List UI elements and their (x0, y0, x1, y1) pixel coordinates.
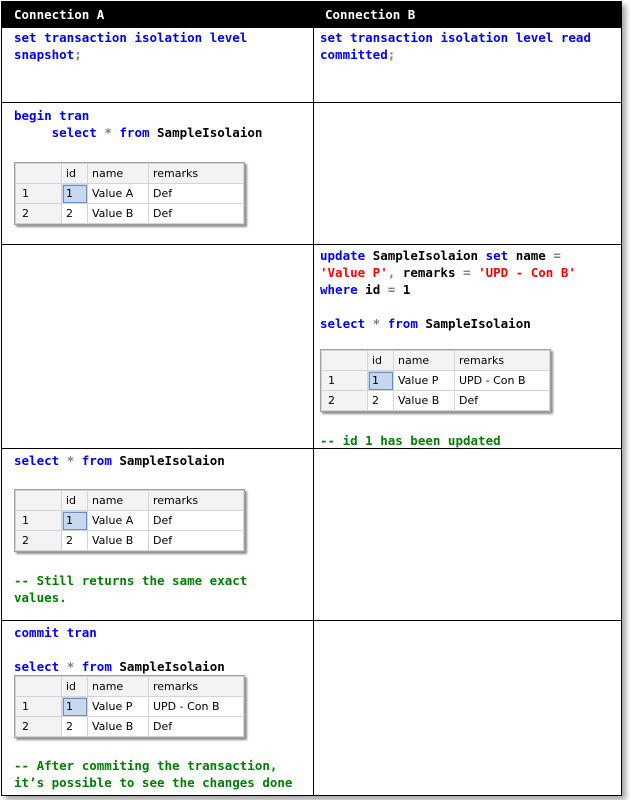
table-row[interactable]: 2 2 Value B Def (321, 390, 550, 411)
column-header[interactable] (15, 490, 62, 511)
grid-cell[interactable]: Value P (87, 696, 149, 717)
grid-cell[interactable]: Value B (87, 716, 149, 737)
grid-cell[interactable]: Value P (393, 370, 455, 391)
grid-cell[interactable]: 2 (61, 716, 88, 737)
row-divider (2, 620, 621, 621)
sql-set-read-committed: set transaction isolation level read com… (320, 30, 591, 62)
column-header[interactable]: name (87, 490, 149, 511)
results-grid: id name remarks 1 1 Value P UPD - Con B 2 2 Value… (14, 675, 245, 738)
grid-cell[interactable]: 1 (61, 183, 88, 204)
column-header[interactable]: remarks (148, 676, 244, 697)
sql-select-again: select * from SampleIsolaion (14, 453, 225, 468)
column-header[interactable]: id (61, 676, 88, 697)
table-row[interactable]: 1 1 Value P UPD - Con B (321, 370, 550, 391)
row-number[interactable]: 1 (15, 696, 62, 717)
grid-cell[interactable]: UPD - Con B (454, 370, 550, 391)
column-header[interactable]: remarks (148, 163, 244, 184)
results-grid: id name remarks 1 1 Value A Def 2 2 Value B Def (14, 162, 245, 225)
grid-cell[interactable]: 2 (61, 203, 88, 224)
grid-cell[interactable]: Value B (393, 390, 455, 411)
grid-cell[interactable]: Def (148, 203, 244, 224)
table-row[interactable]: 1 1 Value A Def (15, 183, 244, 204)
row-divider (2, 244, 621, 245)
sql-commit-select: commit tran select * from SampleIsolaion (14, 625, 225, 674)
sql-update-select: update SampleIsolaion set name = 'Value … (320, 248, 576, 331)
column-header[interactable] (15, 676, 62, 697)
grid-cell[interactable]: Def (148, 183, 244, 204)
row-divider (2, 102, 621, 103)
grid-cell[interactable]: Value B (87, 203, 149, 224)
table-row[interactable]: 1 1 Value P UPD - Con B (15, 696, 244, 717)
header-connection-a: Connection A (2, 2, 313, 28)
grid-cell[interactable]: Value A (87, 183, 149, 204)
grid-cell[interactable]: Def (148, 530, 244, 551)
comment-updated: -- id 1 has been updated (320, 433, 501, 448)
results-grid: id name remarks 1 1 Value P UPD - Con B 2 2 Value… (320, 349, 551, 412)
grid-header-row: id name remarks (15, 163, 244, 184)
row-number[interactable]: 2 (15, 530, 62, 551)
column-header[interactable] (321, 350, 368, 371)
column-header[interactable]: id (367, 350, 394, 371)
grid-header-row: id name remarks (321, 350, 550, 371)
comment-after-commit: -- After commiting the transaction, it’s… (14, 758, 293, 790)
table-row[interactable]: 2 2 Value B Def (15, 716, 244, 737)
comparison-table: Connection A Connection B set transactio… (1, 1, 622, 796)
grid-cell[interactable]: Def (148, 510, 244, 531)
column-header[interactable]: name (87, 163, 149, 184)
column-header[interactable]: name (87, 676, 149, 697)
grid-header-row: id name remarks (15, 490, 244, 511)
row-number[interactable]: 1 (15, 510, 62, 531)
grid-cell[interactable]: 2 (367, 390, 394, 411)
column-header[interactable]: name (393, 350, 455, 371)
sql-begin-select: begin tran select * from SampleIsolaion (14, 108, 263, 140)
grid-cell[interactable]: 1 (367, 370, 394, 391)
table-row[interactable]: 2 2 Value B Def (15, 530, 244, 551)
column-divider (313, 28, 314, 795)
grid-header-row: id name remarks (15, 676, 244, 697)
grid-cell[interactable]: 2 (61, 530, 88, 551)
results-grid: id name remarks 1 1 Value A Def 2 2 Value B Def (14, 489, 245, 552)
header-connection-b: Connection B (313, 2, 621, 28)
grid-cell[interactable]: Def (148, 716, 244, 737)
row-number[interactable]: 2 (15, 203, 62, 224)
grid-cell[interactable]: Value B (87, 530, 149, 551)
sql-set-snapshot: set transaction isolation level snapshot… (14, 30, 248, 62)
grid-cell[interactable]: 1 (61, 510, 88, 531)
column-header[interactable] (15, 163, 62, 184)
row-divider (2, 448, 621, 449)
column-header[interactable]: remarks (148, 490, 244, 511)
comment-still-same: -- Still returns the same exact values. (14, 573, 248, 605)
grid-cell[interactable]: Def (454, 390, 550, 411)
column-header[interactable]: remarks (454, 350, 550, 371)
table-row[interactable]: 2 2 Value B Def (15, 203, 244, 224)
row-number[interactable]: 1 (15, 183, 62, 204)
column-header[interactable]: id (61, 490, 88, 511)
table-row[interactable]: 1 1 Value A Def (15, 510, 244, 531)
grid-cell[interactable]: UPD - Con B (148, 696, 244, 717)
row-number[interactable]: 1 (321, 370, 368, 391)
grid-cell[interactable]: 1 (61, 696, 88, 717)
row-number[interactable]: 2 (321, 390, 368, 411)
row-number[interactable]: 2 (15, 716, 62, 737)
grid-cell[interactable]: Value A (87, 510, 149, 531)
column-header[interactable]: id (61, 163, 88, 184)
